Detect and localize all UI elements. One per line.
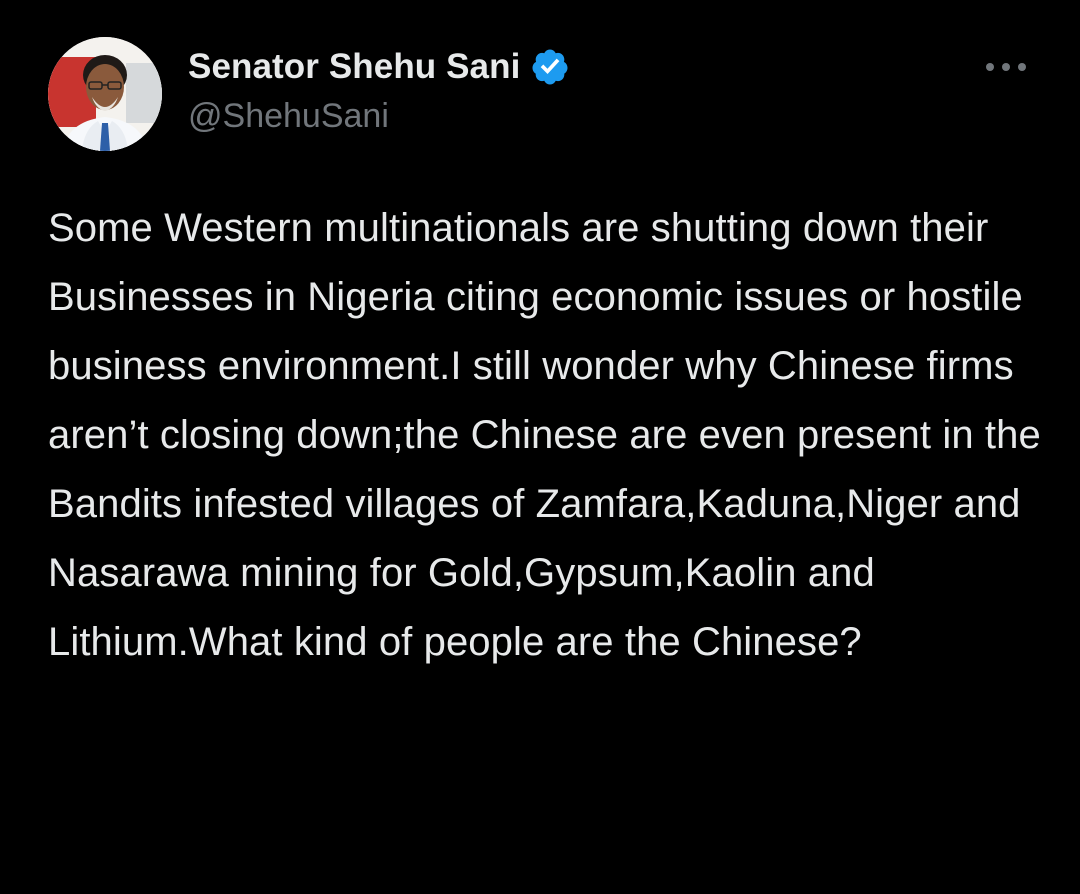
author-display-name[interactable]: Senator Shehu Sani bbox=[188, 47, 520, 87]
author-info: Senator Shehu Sani @ShehuSani bbox=[188, 42, 570, 142]
author-name-row: Senator Shehu Sani bbox=[188, 42, 570, 92]
tweet-card: Senator Shehu Sani @ShehuSani Some Weste… bbox=[0, 0, 1080, 894]
author-avatar[interactable] bbox=[48, 37, 162, 151]
profile-photo bbox=[48, 37, 162, 151]
tweet-text: Some Western multinationals are shutting… bbox=[48, 206, 1053, 664]
author-handle[interactable]: @ShehuSani bbox=[188, 97, 570, 136]
more-options-button[interactable] bbox=[976, 50, 1036, 84]
more-options-icon bbox=[986, 63, 1026, 71]
verified-badge-icon[interactable] bbox=[530, 47, 570, 87]
